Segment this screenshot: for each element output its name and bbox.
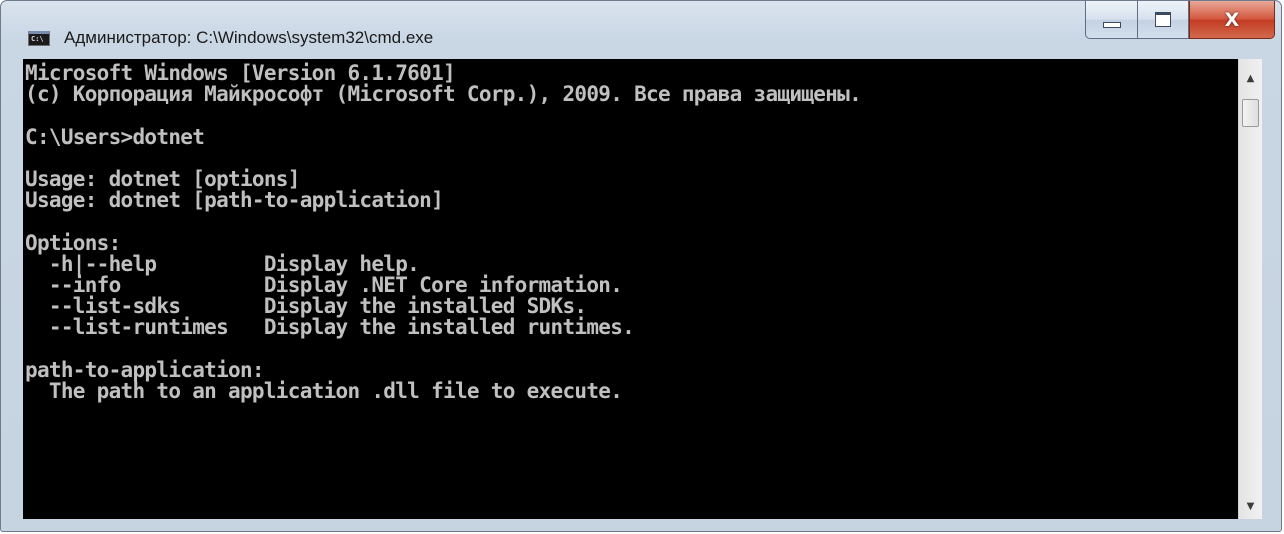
minimize-button[interactable] xyxy=(1085,1,1137,39)
console-window: C:\ Администратор: C:\Windows\system32\c… xyxy=(0,0,1282,532)
vertical-scrollbar[interactable]: ▲ ▼ xyxy=(1238,59,1262,519)
close-icon: X xyxy=(1224,8,1240,31)
console-line: (c) Корпорация Майкрософт (Microsoft Cor… xyxy=(25,82,862,107)
scroll-thumb[interactable] xyxy=(1242,99,1259,127)
console-line: --list-sdks Display the installed SDKs. xyxy=(25,294,587,319)
console-output[interactable]: Microsoft Windows [Version 6.1.7601] (c) … xyxy=(23,59,1238,519)
console-line: path-to-application: xyxy=(25,357,265,382)
scroll-up-button[interactable]: ▲ xyxy=(1239,67,1262,89)
console-line: --list-runtimes Display the installed ru… xyxy=(25,315,635,340)
console-line: C:\Users>dotnet xyxy=(25,124,205,149)
maximize-button[interactable] xyxy=(1137,1,1189,39)
console-line: Microsoft Windows [Version 6.1.7601] xyxy=(25,61,456,85)
window-title: Администратор: C:\Windows\system32\cmd.e… xyxy=(64,28,434,47)
close-button[interactable]: X xyxy=(1189,1,1275,39)
console-line: The path to an application .dll file to … xyxy=(25,378,623,403)
scroll-down-arrow-icon: ▼ xyxy=(1246,500,1255,512)
console-line: Usage: dotnet [path-to-application] xyxy=(25,188,444,213)
scroll-down-button[interactable]: ▼ xyxy=(1239,495,1262,517)
caption-buttons: X xyxy=(1085,1,1275,41)
cmd-icon-text: C:\ xyxy=(31,35,44,43)
maximize-icon xyxy=(1155,12,1171,27)
scroll-up-arrow-icon: ▲ xyxy=(1246,72,1255,84)
console-line: Options: xyxy=(25,230,121,255)
console-line: Usage: dotnet [options] xyxy=(25,166,300,191)
console-line: --info Display .NET Core information. xyxy=(25,272,623,297)
console-line: -h|--help Display help. xyxy=(25,251,420,276)
title-bar[interactable]: C:\ Администратор: C:\Windows\system32\c… xyxy=(1,1,1281,57)
console-text: Microsoft Windows [Version 6.1.7601] (c) … xyxy=(23,59,1238,402)
minimize-icon xyxy=(1102,21,1121,28)
cmd-console-icon[interactable]: C:\ xyxy=(28,31,50,46)
